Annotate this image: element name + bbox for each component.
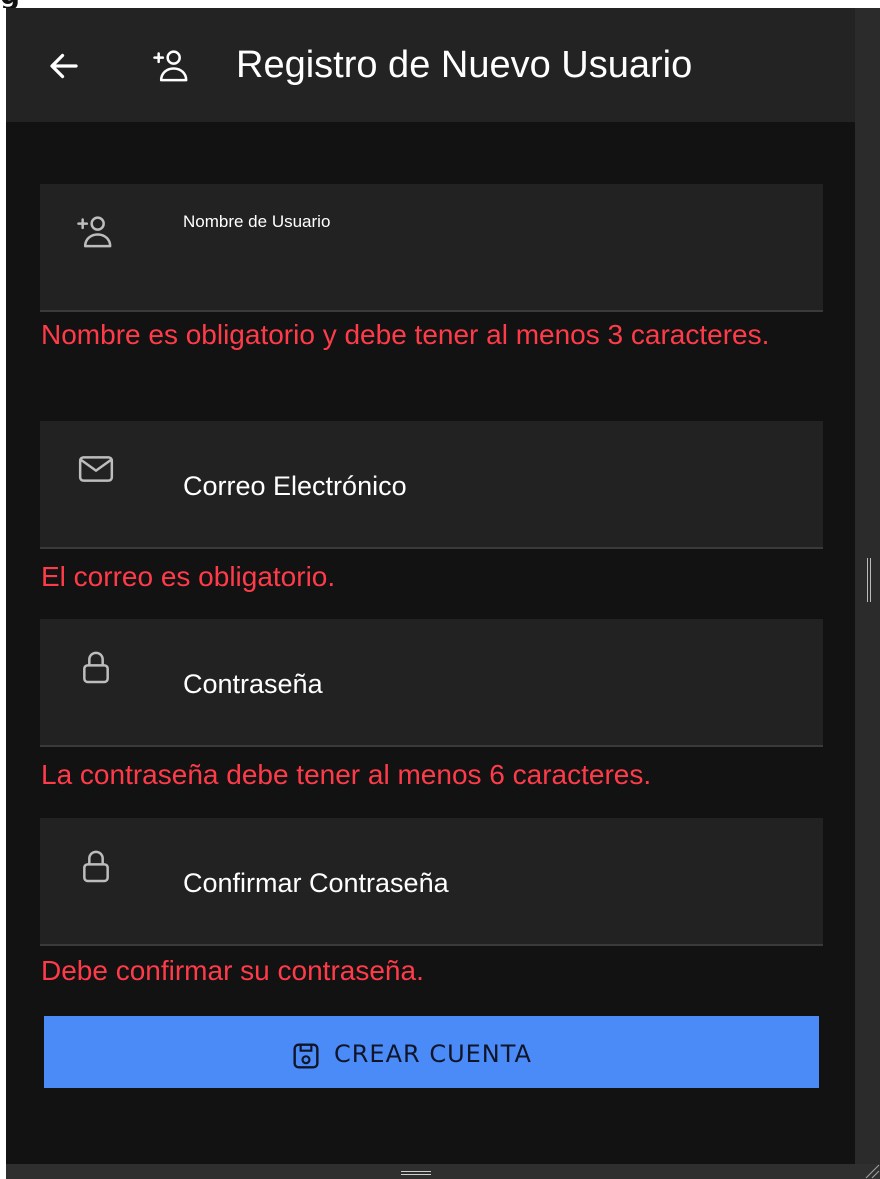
resize-grip-icon[interactable] <box>860 1159 880 1179</box>
top-strip: g <box>0 0 880 8</box>
create-account-button[interactable]: CREAR CUENTA <box>44 1016 819 1088</box>
create-account-label: CREAR CUENTA <box>334 1040 532 1068</box>
password-error: La contraseña debe tener al menos 6 cara… <box>41 759 652 790</box>
app-content: Registro de Nuevo Usuario Nombre de Usua… <box>6 8 855 1164</box>
bottom-pane <box>6 1164 880 1179</box>
save-icon <box>293 1043 319 1069</box>
person-add-icon <box>77 216 112 248</box>
horizontal-splitter-handle[interactable] <box>401 1171 431 1175</box>
username-label: Nombre de Usuario <box>183 212 331 231</box>
lock-icon <box>83 651 109 684</box>
clipped-heading-fragment: g <box>0 0 20 8</box>
email-field[interactable]: Correo Electrónico <box>40 421 823 549</box>
confirm-password-field[interactable]: Confirmar Contraseña <box>40 818 823 946</box>
vertical-splitter-handle[interactable] <box>867 558 871 602</box>
app-window: Registro de Nuevo Usuario Nombre de Usua… <box>6 8 880 1179</box>
username-field[interactable]: Nombre de Usuario <box>40 184 823 312</box>
confirm-password-label: Confirmar Contraseña <box>183 868 449 898</box>
lock-icon <box>83 850 109 883</box>
email-label: Correo Electrónico <box>183 471 407 501</box>
username-error: Nombre es obligatorio y debe tener al me… <box>41 319 770 350</box>
mail-icon <box>78 456 114 482</box>
email-error: El correo es obligatorio. <box>41 561 336 592</box>
password-label: Contraseña <box>183 669 323 699</box>
confirm-password-error: Debe confirmar su contraseña. <box>41 955 424 986</box>
app-bar: Registro de Nuevo Usuario <box>6 8 855 122</box>
side-pane <box>855 8 880 1179</box>
password-field[interactable]: Contraseña <box>40 619 823 747</box>
person-add-icon <box>153 50 188 82</box>
arrow-left-icon[interactable] <box>46 48 82 84</box>
page-title: Registro de Nuevo Usuario <box>236 44 693 86</box>
